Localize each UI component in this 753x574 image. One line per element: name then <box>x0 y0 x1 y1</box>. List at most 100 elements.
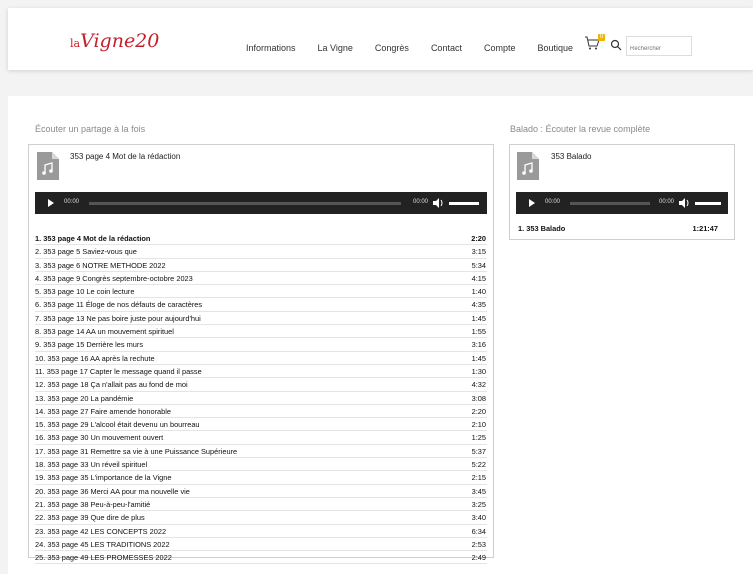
playlist-item-duration: 4:35 <box>471 300 486 310</box>
playlist-item[interactable]: 22. 353 page 39 Que dire de plus 3:40 <box>35 511 487 525</box>
playlist-item-duration: 1:40 <box>471 287 486 297</box>
site-logo[interactable]: laVigne20 <box>70 30 159 52</box>
playlist-item-title: 6. 353 page 11 Éloge de nos défauts de c… <box>35 300 203 310</box>
playlist-item-title: 20. 353 page 36 Merci AA pour ma nouvell… <box>35 486 190 496</box>
playlist-item-duration: 2:53 <box>471 539 486 549</box>
nav-la-vigne[interactable]: La Vigne <box>318 43 353 53</box>
podcast-item-title: 1. 353 Balado <box>518 224 566 233</box>
playlist-item-title: 5. 353 page 10 Le coin lecture <box>35 287 135 297</box>
playlist-item-duration: 2:20 <box>471 234 486 243</box>
podcast-volume-icon[interactable] <box>679 198 690 208</box>
nav-contact[interactable]: Contact <box>431 43 462 53</box>
progress-bar[interactable] <box>89 202 401 205</box>
playlist-item-title: 7. 353 page 13 Ne pas boire juste pour a… <box>35 313 201 323</box>
right-section-title: Balado : Écouter la revue complète <box>510 124 651 134</box>
playlist-item-title: 15. 353 page 29 L'alcool était devenu un… <box>35 420 200 430</box>
playlist-item[interactable]: 4. 353 page 9 Congrès septembre-octobre … <box>35 272 487 286</box>
playlist-item[interactable]: 10. 353 page 16 AA après la rechute 1:45 <box>35 352 487 365</box>
playlist-item[interactable]: 15. 353 page 29 L'alcool était devenu un… <box>35 418 487 432</box>
playlist-item-duration: 1:45 <box>471 353 486 363</box>
playlist-item[interactable]: 6. 353 page 11 Éloge de nos défauts de c… <box>35 298 487 312</box>
podcast-list-item[interactable]: 1. 353 Balado 1:21:47 <box>518 224 718 233</box>
podcast-track-title: 353 Balado <box>551 152 592 161</box>
playlist-item[interactable]: 16. 353 page 30 Un mouvement ouvert 1:25 <box>35 431 487 445</box>
playlist-item[interactable]: 11. 353 page 17 Capter le message quand … <box>35 365 487 379</box>
playlist-item[interactable]: 5. 353 page 10 Le coin lecture 1:40 <box>35 285 487 299</box>
playlist-item-title: 10. 353 page 16 AA après la rechute <box>35 353 155 363</box>
playlist-item-duration: 6:34 <box>471 526 486 536</box>
podcast-player: 00:00 00:00 <box>516 192 728 214</box>
playlist-item-title: 9. 353 page 15 Derrière les murs <box>35 340 144 350</box>
playlist-item-duration: 2:10 <box>471 420 486 430</box>
playlist-item[interactable]: 1. 353 page 4 Mot de la rédaction 2:20 <box>35 232 487 246</box>
playlist-item-duration: 2:15 <box>471 473 486 483</box>
total-time: 00:00 <box>413 199 429 205</box>
playlist-item-duration: 1:25 <box>471 433 486 443</box>
playlist-item-duration: 1:45 <box>471 313 486 323</box>
playlist-item-duration: 3:16 <box>471 340 486 350</box>
playlist-item[interactable]: 17. 353 page 31 Remettre sa vie à une Pu… <box>35 445 487 459</box>
nav-boutique[interactable]: Boutique <box>537 43 573 53</box>
playlist-item-title: 25. 353 page 49 LES PROMESSES 2022 <box>35 553 172 563</box>
playlist-item-title: 2. 353 page 5 Saviez-vous que <box>35 247 137 257</box>
nav-congres[interactable]: Congrès <box>375 43 409 53</box>
playlist-item-title: 16. 353 page 30 Un mouvement ouvert <box>35 433 164 443</box>
playlist-item[interactable]: 9. 353 page 15 Derrière les murs 3:16 <box>35 338 487 352</box>
playlist-item-title: 24. 353 page 45 LES TRADITIONS 2022 <box>35 539 170 549</box>
playlist-item[interactable]: 3. 353 page 6 NOTRE METHODE 2022 5:34 <box>35 259 487 272</box>
playlist-item-title: 12. 353 page 18 Ça n'allait pas au fond … <box>35 380 188 390</box>
playlist-item[interactable]: 14. 353 page 27 Faire amende honorable 2:… <box>35 405 487 419</box>
playlist-item[interactable]: 18. 353 page 33 Un réveil spirituel 5:22 <box>35 458 487 472</box>
main-nav: Informations La Vigne Congrès Contact Co… <box>246 43 595 53</box>
nav-compte[interactable]: Compte <box>484 43 516 53</box>
current-track-title: 353 page 4 Mot de la rédaction <box>70 152 181 161</box>
playlist-item-title: 17. 353 page 31 Remettre sa vie à une Pu… <box>35 446 238 456</box>
playlist-item[interactable]: 7. 353 page 13 Ne pas boire juste pour a… <box>35 312 487 326</box>
cart-count-badge: 0 <box>598 34 605 41</box>
play-button[interactable] <box>48 199 54 207</box>
playlist-item[interactable]: 24. 353 page 45 LES TRADITIONS 2022 2:53 <box>35 538 487 552</box>
podcast-volume-slider[interactable] <box>695 202 721 205</box>
playlist-item-duration: 3:15 <box>471 247 486 257</box>
playlist-item-duration: 3:40 <box>471 513 486 523</box>
audio-player: 00:00 00:00 <box>35 192 487 214</box>
playlist-item-title: 18. 353 page 33 Un réveil spirituel <box>35 460 148 470</box>
playlist-item-title: 21. 353 page 38 Peu-à-peu-l'amitié <box>35 499 151 509</box>
playlist-item[interactable]: 19. 353 page 35 L'importance de la Vigne… <box>35 471 487 485</box>
playlist-item[interactable]: 20. 353 page 36 Merci AA pour ma nouvell… <box>35 485 487 498</box>
playlist-item-duration: 1:55 <box>471 327 486 337</box>
left-section-title: Écouter un partage à la fois <box>35 124 146 134</box>
logo-prefix: la <box>70 37 81 50</box>
playlist-item[interactable]: 21. 353 page 38 Peu-à-peu-l'amitié 3:25 <box>35 498 487 512</box>
playlist-item-duration: 5:37 <box>471 446 486 456</box>
podcast-progress-bar[interactable] <box>570 202 650 205</box>
playlist-item-duration: 5:34 <box>471 260 486 270</box>
playlist-item-title: 11. 353 page 17 Capter le message quand … <box>35 366 202 376</box>
volume-slider[interactable] <box>449 202 479 205</box>
podcast-elapsed-time: 00:00 <box>545 199 561 205</box>
logo-name: Vigne20 <box>80 30 160 52</box>
playlist-item-duration: 3:25 <box>471 499 486 509</box>
audio-file-icon <box>37 152 59 180</box>
playlist-item[interactable]: 8. 353 page 14 AA un mouvement spirituel… <box>35 325 487 339</box>
volume-icon[interactable] <box>433 198 444 208</box>
playlist-item-title: 8. 353 page 14 AA un mouvement spirituel <box>35 327 174 337</box>
podcast-file-icon <box>517 152 539 180</box>
search-input[interactable] <box>627 41 693 57</box>
playlist-item-duration: 5:22 <box>471 460 486 470</box>
playlist: 1. 353 page 4 Mot de la rédaction 2:20 2. … <box>35 232 487 565</box>
playlist-item[interactable]: 23. 353 page 42 LES CONCEPTS 2022 6:34 <box>35 525 487 538</box>
playlist-item[interactable]: 2. 353 page 5 Saviez-vous que 3:15 <box>35 245 487 259</box>
playlist-item-title: 13. 353 page 20 La pandémie <box>35 393 134 403</box>
playlist-item-title: 22. 353 page 39 Que dire de plus <box>35 513 145 523</box>
playlist-item[interactable]: 25. 353 page 49 LES PROMESSES 2022 2:49 <box>35 551 487 565</box>
elapsed-time: 00:00 <box>64 199 80 205</box>
playlist-item-title: 3. 353 page 6 NOTRE METHODE 2022 <box>35 260 166 270</box>
playlist-item[interactable]: 12. 353 page 18 Ça n'allait pas au fond … <box>35 378 487 392</box>
playlist-item-duration: 1:30 <box>471 366 486 376</box>
search-icon[interactable] <box>610 39 622 51</box>
podcast-play-button[interactable] <box>529 199 535 207</box>
playlist-item[interactable]: 13. 353 page 20 La pandémie 3:08 <box>35 392 487 405</box>
nav-informations[interactable]: Informations <box>246 43 296 53</box>
playlist-item-duration: 2:49 <box>471 553 486 563</box>
